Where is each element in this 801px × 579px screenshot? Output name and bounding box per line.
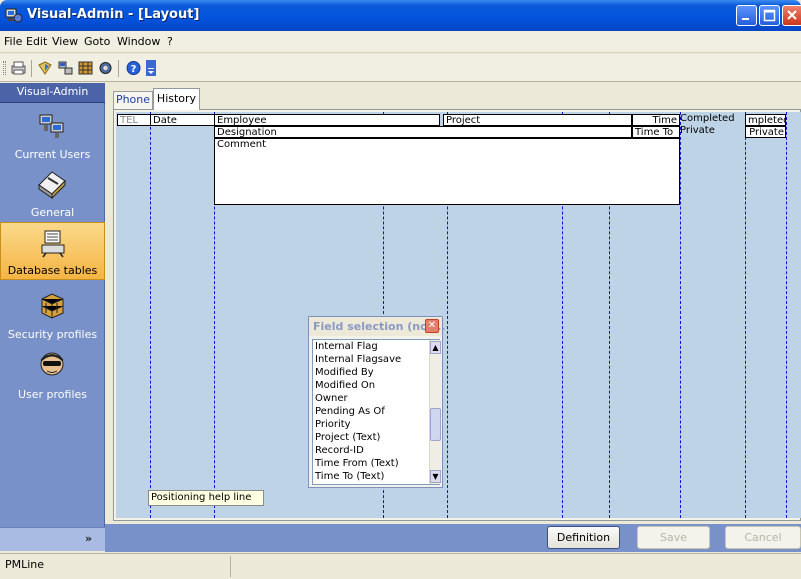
- scrollbar-thumb[interactable]: [430, 408, 441, 441]
- menu-help[interactable]: ?: [167, 35, 173, 48]
- guide-line[interactable]: [786, 112, 787, 518]
- list-item[interactable]: Modified By: [315, 367, 374, 378]
- field-time[interactable]: Time: [632, 114, 680, 126]
- menu-edit[interactable]: Edit: [26, 35, 47, 48]
- field-selection-window[interactable]: Field selection (not... ✕ Internal Flag …: [308, 316, 445, 488]
- list-item[interactable]: Time From (Text): [315, 458, 399, 469]
- status-text: PMLine: [5, 558, 45, 571]
- list-item[interactable]: Modified On: [315, 380, 375, 391]
- app-icon: [5, 8, 23, 23]
- guide-line[interactable]: [680, 112, 681, 518]
- toolbar-grip[interactable]: [3, 61, 6, 75]
- close-icon: [787, 10, 797, 20]
- sidebar-item-label: Database tables: [7, 264, 98, 277]
- minimize-button[interactable]: [736, 5, 757, 26]
- sidebar-header: Visual-Admin: [0, 83, 105, 103]
- field-private[interactable]: Private: [680, 125, 715, 136]
- positioning-help-line[interactable]: Positioning help line: [148, 490, 264, 506]
- help-icon[interactable]: ?: [125, 60, 142, 76]
- tab-history[interactable]: History: [153, 88, 200, 110]
- dropdown-icon[interactable]: [146, 60, 156, 76]
- close-icon[interactable]: ✕: [425, 319, 439, 333]
- list-item[interactable]: Project (Text): [315, 432, 380, 443]
- list-item[interactable]: Time To (Text): [315, 471, 384, 482]
- database-tables-icon: [41, 230, 65, 258]
- expand-chevron-icon[interactable]: »: [85, 532, 99, 546]
- shield-icon[interactable]: [37, 60, 54, 76]
- list-item[interactable]: Record-ID: [315, 445, 364, 456]
- print-icon[interactable]: [10, 60, 27, 76]
- maximize-button[interactable]: [759, 5, 780, 26]
- layout-canvas[interactable]: TEL Date Employee Project Time Completed…: [116, 112, 801, 518]
- svg-text:?: ?: [131, 64, 137, 75]
- field-time-to[interactable]: Time To: [632, 126, 680, 138]
- field-private-narrow[interactable]: Private: [745, 126, 786, 138]
- close-button[interactable]: [782, 5, 801, 26]
- field-selection-list[interactable]: Internal Flag Internal Flagsave Modified…: [312, 339, 441, 485]
- settings-icon[interactable]: [97, 60, 114, 76]
- sidebar-item-current-users[interactable]: Current Users: [0, 105, 105, 163]
- sidebar-item-user-profiles[interactable]: User profiles: [0, 345, 105, 403]
- field-tel[interactable]: TEL: [117, 114, 151, 126]
- sidebar-item-label: Security profiles: [7, 328, 98, 341]
- field-completed[interactable]: Completed: [680, 113, 735, 124]
- list-item[interactable]: Internal Flagsave: [315, 354, 401, 365]
- definition-button[interactable]: Definition: [547, 526, 620, 549]
- security-profiles-icon: [41, 293, 64, 319]
- sidebar-item-database-tables[interactable]: Database tables: [0, 222, 105, 280]
- list-item[interactable]: Internal Flag: [315, 341, 378, 352]
- field-project[interactable]: Project: [443, 114, 632, 126]
- cancel-button[interactable]: Cancel: [725, 526, 801, 549]
- window-title: Visual-Admin - [Layout]: [27, 7, 200, 22]
- sidebar-item-label: General: [30, 206, 75, 219]
- field-comment[interactable]: Comment: [214, 138, 680, 205]
- network-icon[interactable]: [57, 60, 74, 76]
- field-date[interactable]: Date: [150, 114, 215, 126]
- sidebar-item-label: User profiles: [17, 388, 88, 401]
- minimize-icon: [742, 18, 749, 20]
- menu-bar: File Edit View Goto Window ?: [0, 31, 801, 53]
- field-completed-narrow[interactable]: mpleted: [745, 114, 786, 126]
- status-separator: [230, 556, 231, 577]
- guide-line[interactable]: [150, 112, 151, 518]
- list-item[interactable]: Pending As Of: [315, 406, 385, 417]
- sidebar-item-security-profiles[interactable]: Security profiles: [0, 285, 105, 343]
- guide-line[interactable]: [745, 112, 746, 518]
- menu-goto[interactable]: Goto: [84, 35, 110, 48]
- sidebar-item-general[interactable]: General: [0, 163, 105, 221]
- scroll-down-icon[interactable]: ▼: [430, 470, 441, 483]
- menu-view[interactable]: View: [52, 35, 78, 48]
- menu-window[interactable]: Window: [117, 35, 160, 48]
- current-users-icon: [39, 114, 64, 138]
- list-item[interactable]: Owner: [315, 393, 348, 404]
- maximize-icon: [763, 9, 776, 22]
- database-icon[interactable]: [77, 60, 94, 76]
- scrollbar[interactable]: ▲ ▼: [429, 340, 441, 484]
- general-icon: [38, 171, 66, 199]
- field-designation[interactable]: Designation: [214, 126, 632, 138]
- sidebar-item-label: Current Users: [14, 148, 91, 161]
- status-bar: [0, 553, 801, 579]
- field-employee[interactable]: Employee: [214, 114, 440, 126]
- menu-file[interactable]: File: [4, 35, 22, 48]
- list-item[interactable]: Priority: [315, 419, 351, 430]
- scroll-up-icon[interactable]: ▲: [430, 341, 441, 354]
- user-profiles-icon: [40, 352, 64, 376]
- save-button[interactable]: Save: [637, 526, 710, 549]
- toolbar-separator: [31, 60, 32, 77]
- tab-phone[interactable]: Phone: [113, 91, 153, 109]
- toolbar: [0, 54, 801, 82]
- toolbar-separator: [118, 60, 119, 77]
